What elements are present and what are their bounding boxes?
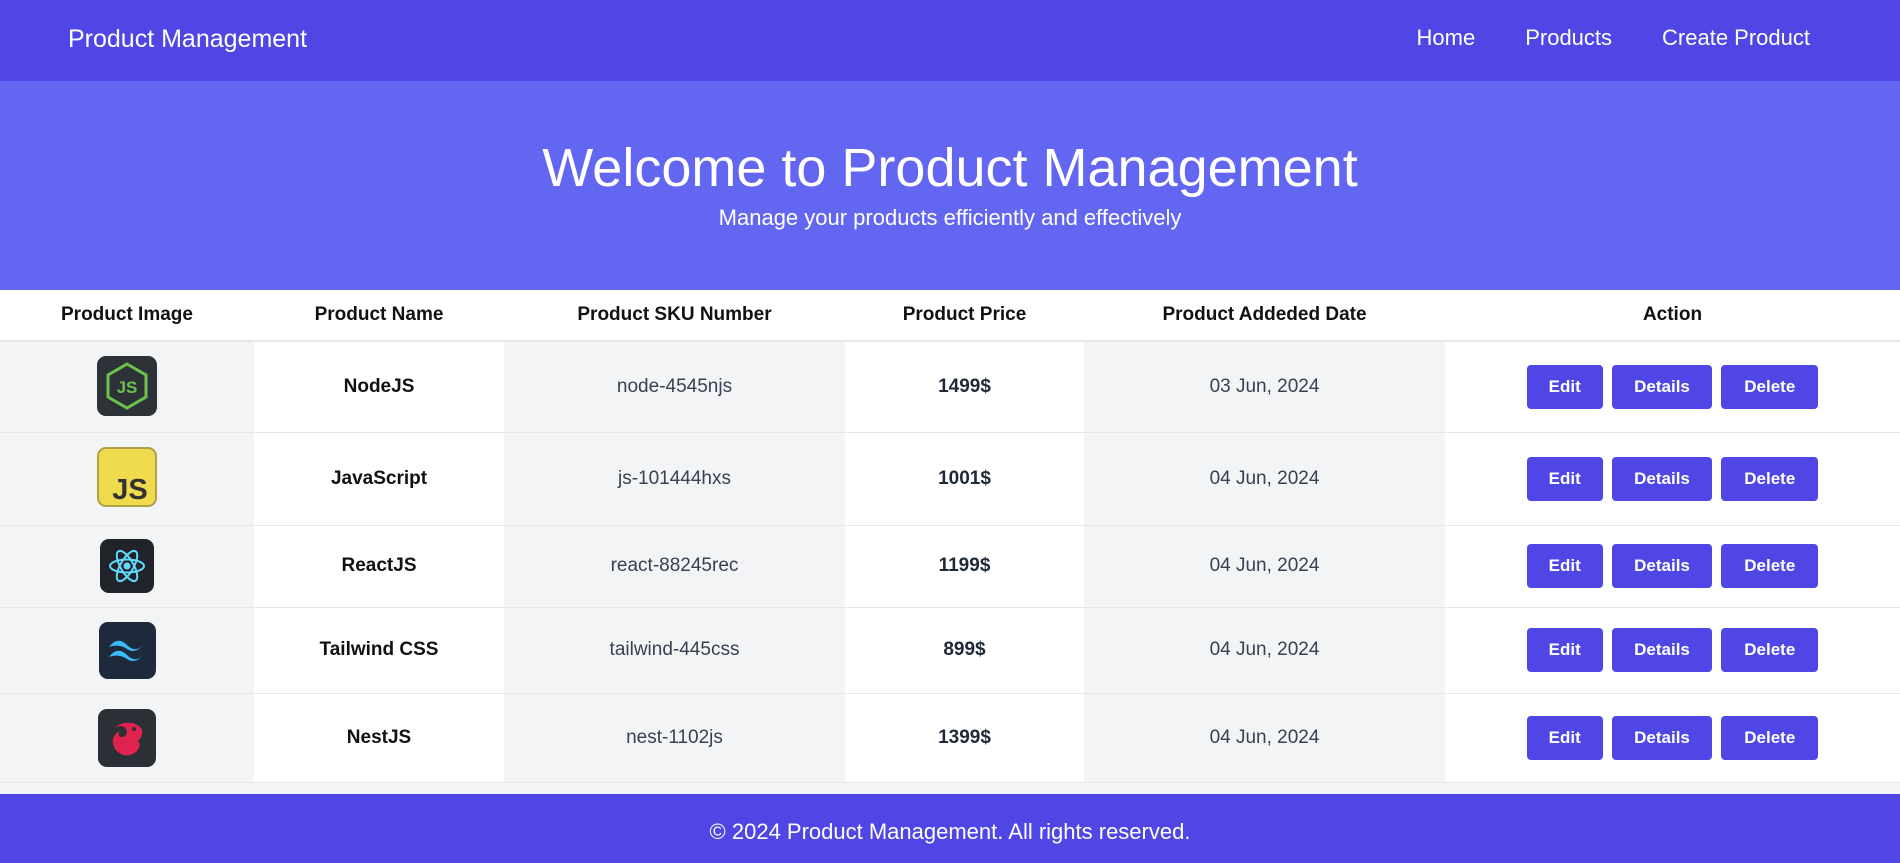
brand-title[interactable]: Product Management — [68, 25, 307, 54]
header-product-price: Product Price — [845, 290, 1084, 342]
product-image-cell — [0, 607, 254, 694]
header-action: Action — [1445, 290, 1900, 342]
product-sku: tailwind-445css — [504, 607, 845, 694]
edit-button[interactable]: Edit — [1526, 544, 1603, 588]
header-product-name: Product Name — [254, 290, 504, 342]
product-price: 1001$ — [845, 432, 1084, 526]
nav-links: Home Products Create Product — [1417, 25, 1810, 51]
product-image-cell: JS — [0, 341, 254, 433]
product-price: 1499$ — [845, 341, 1084, 433]
product-date: 04 Jun, 2024 — [1084, 525, 1445, 608]
details-button[interactable]: Details — [1612, 628, 1712, 672]
hero-banner: Welcome to Product Management Manage you… — [0, 81, 1900, 290]
delete-button[interactable]: Delete — [1721, 364, 1819, 409]
action-cell: Edit Details Delete — [1445, 525, 1900, 608]
product-sku: react-88245rec — [504, 525, 845, 608]
react-logo-icon — [100, 538, 154, 593]
footer-copyright: © 2024 Product Management. All rights re… — [709, 819, 1191, 844]
product-sku: js-101444hxs — [504, 432, 845, 526]
delete-button[interactable]: Delete — [1721, 456, 1819, 501]
action-cell: Edit Details Delete — [1445, 341, 1900, 433]
delete-button[interactable]: Delete — [1721, 544, 1819, 588]
details-button[interactable]: Details — [1612, 456, 1712, 501]
nestjs-logo-icon — [98, 708, 156, 767]
table-row: NestJS nest-1102js 1399$ 04 Jun, 2024 Ed… — [0, 693, 1900, 783]
delete-button[interactable]: Delete — [1721, 715, 1819, 760]
table-row: ReactJS react-88245rec 1199$ 04 Jun, 202… — [0, 525, 1900, 608]
footer: © 2024 Product Management. All rights re… — [0, 794, 1900, 863]
product-image-cell — [0, 693, 254, 783]
product-price: 1199$ — [845, 525, 1084, 608]
nav-link-create-product[interactable]: Create Product — [1662, 25, 1810, 51]
products-table-container: Product Image Product Name Product SKU N… — [0, 290, 1900, 783]
svg-text:JS: JS — [112, 474, 147, 505]
edit-button[interactable]: Edit — [1526, 456, 1603, 501]
table-row: JS NodeJS node-4545njs 1499$ 03 Jun, 202… — [0, 341, 1900, 433]
header-product-sku: Product SKU Number — [504, 290, 845, 342]
details-button[interactable]: Details — [1612, 715, 1712, 760]
product-price: 899$ — [845, 607, 1084, 694]
header-product-image: Product Image — [0, 290, 254, 342]
delete-button[interactable]: Delete — [1721, 628, 1819, 672]
product-price: 1399$ — [845, 693, 1084, 783]
navbar: Product Management Home Products Create … — [0, 0, 1900, 81]
page-content: Product Management Home Products Create … — [0, 0, 1900, 863]
product-image-cell: JS — [0, 432, 254, 526]
header-product-date: Product Addeded Date — [1084, 290, 1445, 342]
product-image-cell — [0, 525, 254, 608]
product-name: NodeJS — [254, 341, 504, 433]
edit-button[interactable]: Edit — [1526, 628, 1603, 672]
product-sku: node-4545njs — [504, 341, 845, 433]
edit-button[interactable]: Edit — [1526, 364, 1603, 409]
page: Product Management Home Products Create … — [0, 0, 1900, 863]
table-header-row: Product Image Product Name Product SKU N… — [0, 290, 1900, 342]
product-sku: nest-1102js — [504, 693, 845, 783]
product-date: 04 Jun, 2024 — [1084, 607, 1445, 694]
action-cell: Edit Details Delete — [1445, 693, 1900, 783]
table-row: Tailwind CSS tailwind-445css 899$ 04 Jun… — [0, 607, 1900, 694]
action-cell: Edit Details Delete — [1445, 432, 1900, 526]
product-name: JavaScript — [254, 432, 504, 526]
hero-title: Welcome to Product Management — [542, 138, 1358, 198]
product-name: ReactJS — [254, 525, 504, 608]
hero-subtitle: Manage your products efficiently and eff… — [718, 205, 1182, 230]
action-cell: Edit Details Delete — [1445, 607, 1900, 694]
tailwind-logo-icon — [98, 621, 156, 679]
nodejs-logo-icon: JS — [97, 355, 157, 416]
product-date: 04 Jun, 2024 — [1084, 432, 1445, 526]
svg-text:JS: JS — [117, 378, 138, 397]
table-row: JS JavaScript js-101444hxs 1001$ 04 Jun,… — [0, 432, 1900, 526]
details-button[interactable]: Details — [1612, 364, 1712, 409]
javascript-logo-icon: JS — [97, 446, 157, 507]
edit-button[interactable]: Edit — [1526, 715, 1603, 760]
products-table: Product Image Product Name Product SKU N… — [0, 290, 1900, 783]
product-name: Tailwind CSS — [254, 607, 504, 694]
product-name: NestJS — [254, 693, 504, 783]
product-date: 04 Jun, 2024 — [1084, 693, 1445, 783]
nav-link-home[interactable]: Home — [1417, 25, 1476, 51]
details-button[interactable]: Details — [1612, 544, 1712, 588]
nav-link-products[interactable]: Products — [1525, 25, 1612, 51]
product-date: 03 Jun, 2024 — [1084, 341, 1445, 433]
